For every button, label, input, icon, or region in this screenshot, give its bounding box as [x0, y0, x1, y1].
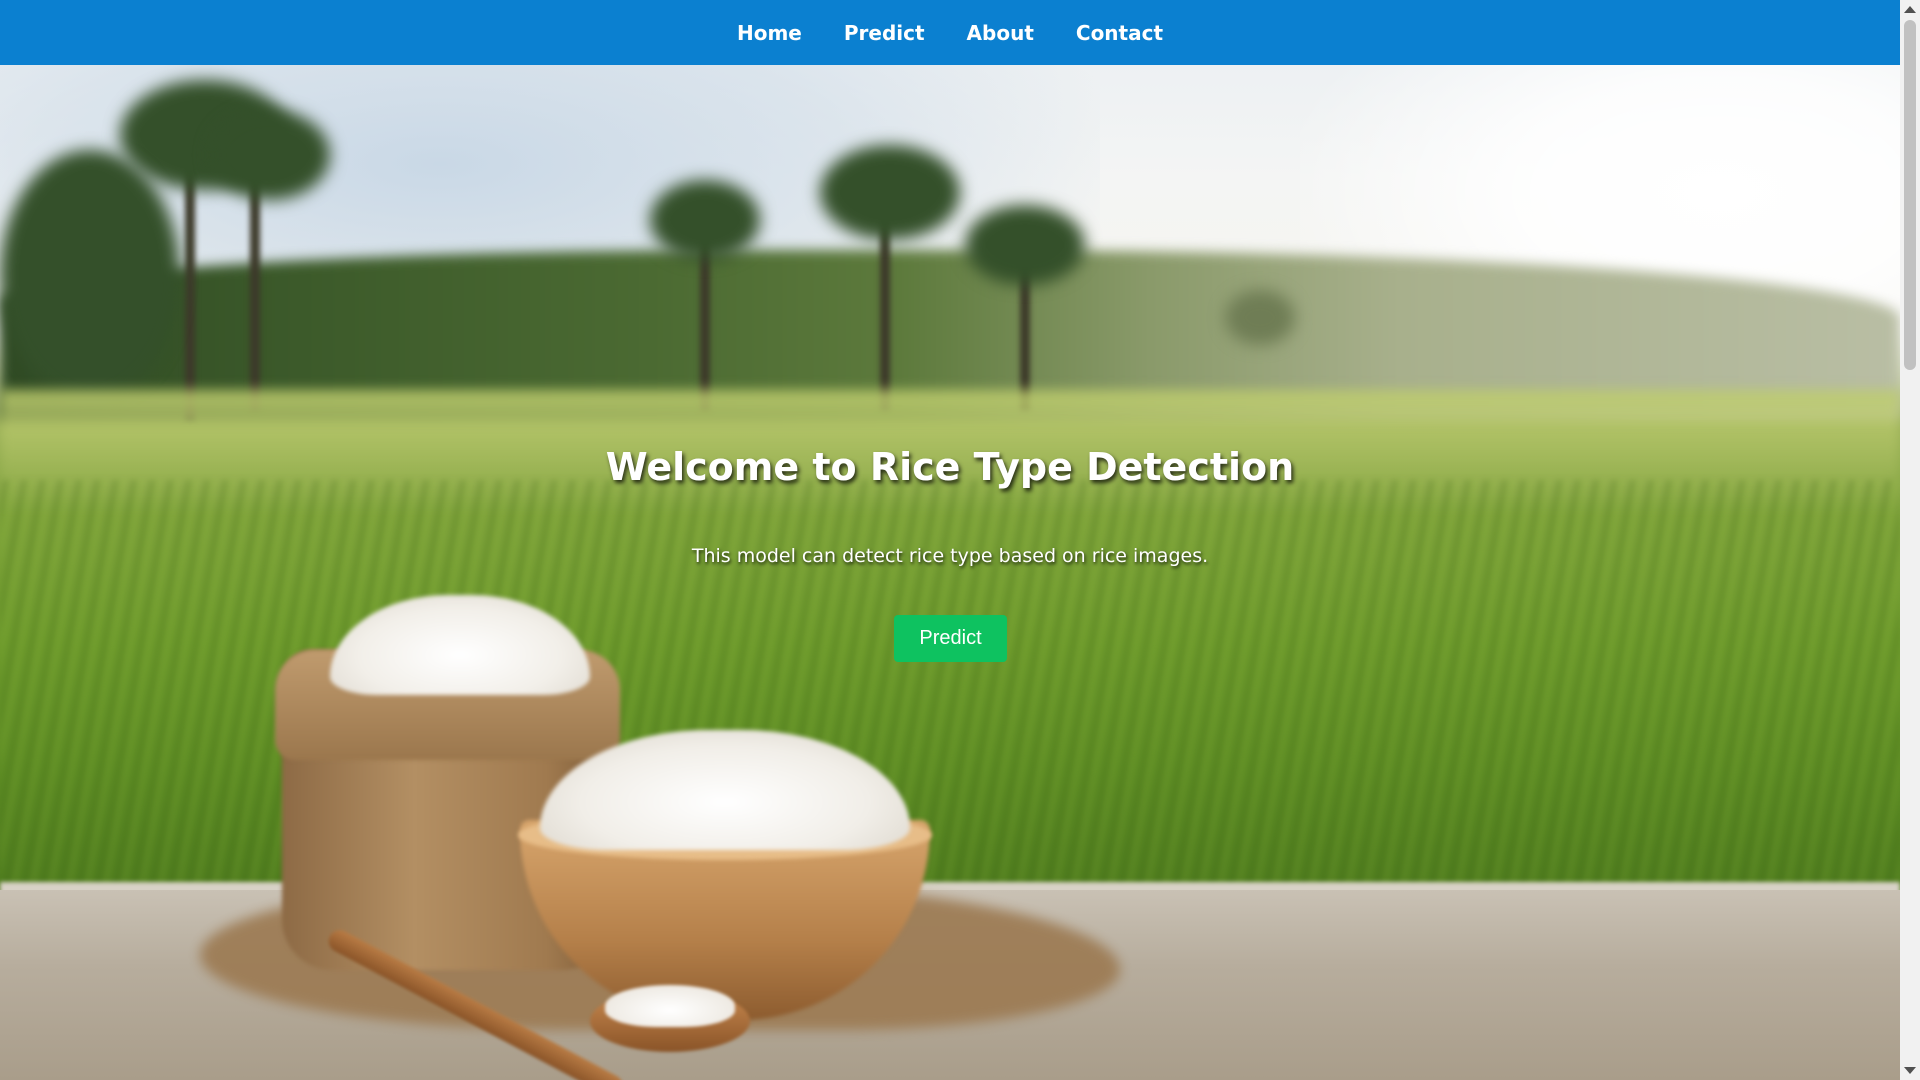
- hero-section: Welcome to Rice Type Detection This mode…: [0, 0, 1900, 1080]
- hero-subtitle: This model can detect rice type based on…: [691, 545, 1209, 567]
- scroll-up-arrow-icon[interactable]: [1904, 6, 1916, 13]
- nav-link-home[interactable]: Home: [716, 21, 823, 45]
- nav-link-contact[interactable]: Contact: [1055, 21, 1184, 45]
- scroll-down-arrow-icon[interactable]: [1904, 1067, 1916, 1074]
- nav-link-about[interactable]: About: [946, 21, 1055, 45]
- predict-button[interactable]: Predict: [894, 615, 1007, 662]
- vertical-scrollbar[interactable]: [1900, 0, 1920, 1080]
- nav-link-predict[interactable]: Predict: [823, 21, 946, 45]
- hero-title: Welcome to Rice Type Detection: [605, 445, 1295, 489]
- scrollbar-thumb[interactable]: [1904, 20, 1916, 370]
- navbar: Home Predict About Contact: [0, 0, 1900, 65]
- page: Home Predict About Contact Welcome to Ri…: [0, 0, 1920, 1080]
